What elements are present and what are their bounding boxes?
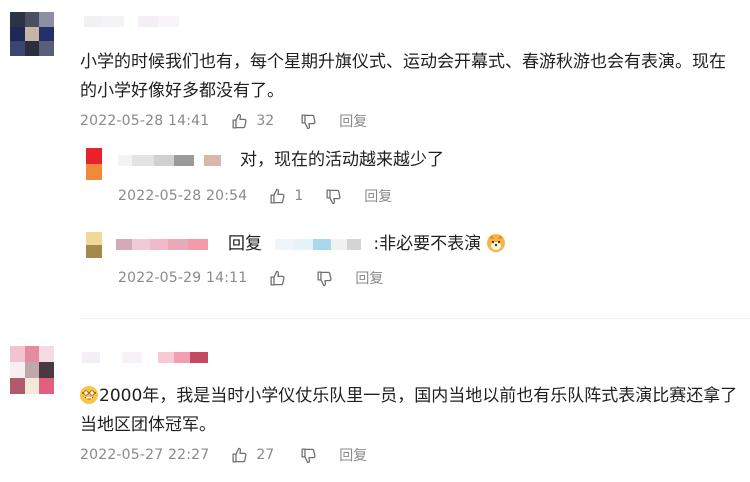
like-button[interactable]: [269, 270, 294, 287]
thumbs-up-icon: [232, 447, 247, 463]
grinning-nerd-emoji: [80, 386, 98, 404]
comment-text-line: 当地区团体冠军。: [80, 415, 216, 435]
comment-text-line1: 2000年，我是当时小学仪仗乐队里一员，国内当地以前也有乐队阵式表演比赛还拿了: [99, 386, 738, 406]
comment-text-line: 小学的时候我们也有，每个星期升旗仪式、运动会开幕式、春游秋游也会有表演。现在: [80, 52, 726, 72]
like-count: 1: [294, 188, 304, 204]
reply-avatar[interactable]: [86, 232, 102, 258]
dislike-button[interactable]: [325, 188, 342, 205]
thumbs-up-icon: [270, 270, 285, 286]
reply-meta: 2022-05-28 20:54 1 回复: [118, 186, 392, 206]
reply-meta: 2022-05-29 14:11 回复: [118, 268, 383, 288]
reply-username[interactable]: [118, 155, 223, 166]
thumbs-down-icon: [301, 447, 316, 463]
thumbs-down-icon: [317, 270, 332, 286]
thumbs-down-icon: [326, 188, 341, 204]
username[interactable]: [82, 352, 208, 363]
timestamp: 2022-05-28 20:54: [118, 188, 248, 204]
comment-text: 小学的时候我们也有，每个星期升旗仪式、运动会开幕式、春游秋游也会有表演。现在 的…: [80, 48, 726, 106]
comment: 2000年，我是当时小学仪仗乐队里一员，国内当地以前也有乐队阵式表演比赛还拿了 …: [0, 320, 750, 482]
like-button[interactable]: 32: [231, 113, 274, 130]
dislike-button[interactable]: [316, 270, 333, 287]
reply-item: 对，现在的活动越来越少了 2022-05-28 20:54 1 回复: [80, 146, 740, 210]
comment-meta: 2022-05-27 22:27 27 回复: [80, 445, 367, 465]
reply-item: 回复 :非必要不表演 2022-05-29 14:11 回复: [80, 228, 740, 292]
reply-button[interactable]: 回复: [355, 268, 383, 288]
comment-meta: 2022-05-28 14:41 32 回复: [80, 111, 367, 131]
comment: 小学的时候我们也有，每个星期升旗仪式、运动会开幕式、春游秋游也会有表演。现在 的…: [0, 0, 750, 320]
comment-text-line: 的小学好像好多都没有了。: [80, 81, 284, 101]
dog-face-emoji: [486, 234, 505, 252]
reply-text: 对，现在的活动越来越少了: [240, 150, 444, 170]
thumbs-up-icon: [270, 188, 285, 204]
replied-username[interactable]: [275, 239, 374, 250]
like-button[interactable]: 1: [269, 188, 303, 205]
timestamp: 2022-05-27 22:27: [80, 447, 210, 463]
comment-text: 2000年，我是当时小学仪仗乐队里一员，国内当地以前也有乐队阵式表演比赛还拿了 …: [80, 382, 737, 440]
reply-text: 回复 :非必要不表演: [228, 230, 505, 259]
comment-text-line: 2000年，我是当时小学仪仗乐队里一员，国内当地以前也有乐队阵式表演比赛还拿了: [80, 382, 737, 411]
reply-button[interactable]: 回复: [364, 186, 392, 206]
timestamp: 2022-05-29 14:11: [118, 270, 248, 286]
reply-avatar[interactable]: [86, 148, 102, 180]
thumbs-up-icon: [232, 113, 247, 129]
reply-button[interactable]: 回复: [339, 111, 367, 131]
avatar[interactable]: [10, 12, 54, 56]
like-count: 32: [256, 113, 275, 129]
dislike-button[interactable]: [300, 447, 317, 464]
reply-prefix: 回复: [228, 234, 262, 254]
reply-button[interactable]: 回复: [339, 445, 367, 465]
username[interactable]: [84, 16, 179, 27]
reply-username[interactable]: [116, 239, 208, 250]
like-button[interactable]: 27: [231, 447, 274, 464]
reply-message: :非必要不表演: [373, 234, 482, 254]
divider: [80, 318, 750, 319]
avatar[interactable]: [10, 346, 54, 394]
like-count: 27: [256, 447, 275, 463]
timestamp: 2022-05-28 14:41: [80, 113, 210, 129]
thumbs-down-icon: [301, 113, 316, 129]
dislike-button[interactable]: [300, 113, 317, 130]
